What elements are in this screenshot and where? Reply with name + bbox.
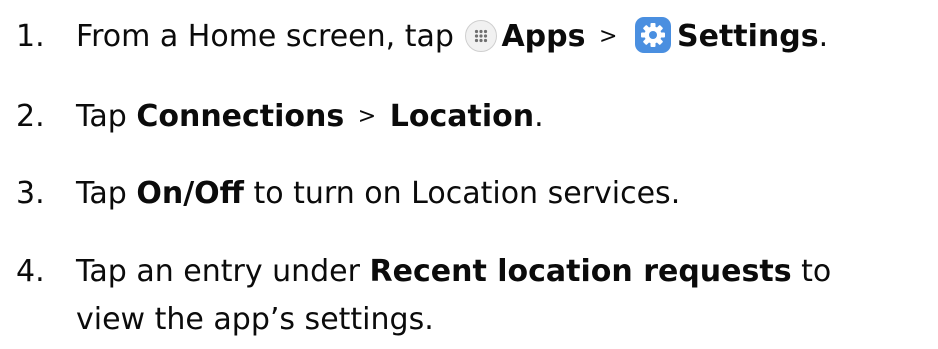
connections-label: Connections bbox=[136, 99, 345, 134]
settings-gear-icon bbox=[635, 17, 672, 53]
settings-label: Settings bbox=[677, 19, 819, 54]
chevron-separator: > bbox=[357, 104, 377, 129]
step-text-end: . bbox=[534, 99, 544, 134]
chevron-separator: > bbox=[599, 24, 618, 49]
step-text-plain: Tap bbox=[76, 176, 137, 211]
step-text: Tap Connections > Location. bbox=[76, 93, 544, 141]
step-text-plain: Tap bbox=[76, 99, 137, 134]
step-number: 1. bbox=[16, 19, 45, 54]
step-text: Tap On/Off to turn on Location services. bbox=[76, 170, 680, 218]
step-text: From a Home screen, tap Apps > Settings. bbox=[76, 13, 828, 61]
step-number: 3. bbox=[16, 176, 45, 211]
step-text: Tap an entry under Recent location reque… bbox=[76, 248, 906, 344]
apps-label: Apps bbox=[501, 19, 586, 54]
step-text-plain: From a Home screen, tap bbox=[76, 19, 454, 54]
apps-grid-icon bbox=[465, 20, 498, 52]
recent-location-requests-label: Recent location requests bbox=[369, 254, 792, 289]
step-text-plain: Tap an entry under bbox=[76, 254, 370, 289]
step-number: 2. bbox=[16, 99, 45, 134]
step-text-end: . bbox=[818, 19, 829, 54]
step-number: 4. bbox=[16, 254, 45, 289]
on-off-label: On/Off bbox=[136, 176, 244, 211]
step-text-rest: to turn on Location services. bbox=[243, 176, 681, 211]
location-label: Location bbox=[389, 99, 535, 134]
